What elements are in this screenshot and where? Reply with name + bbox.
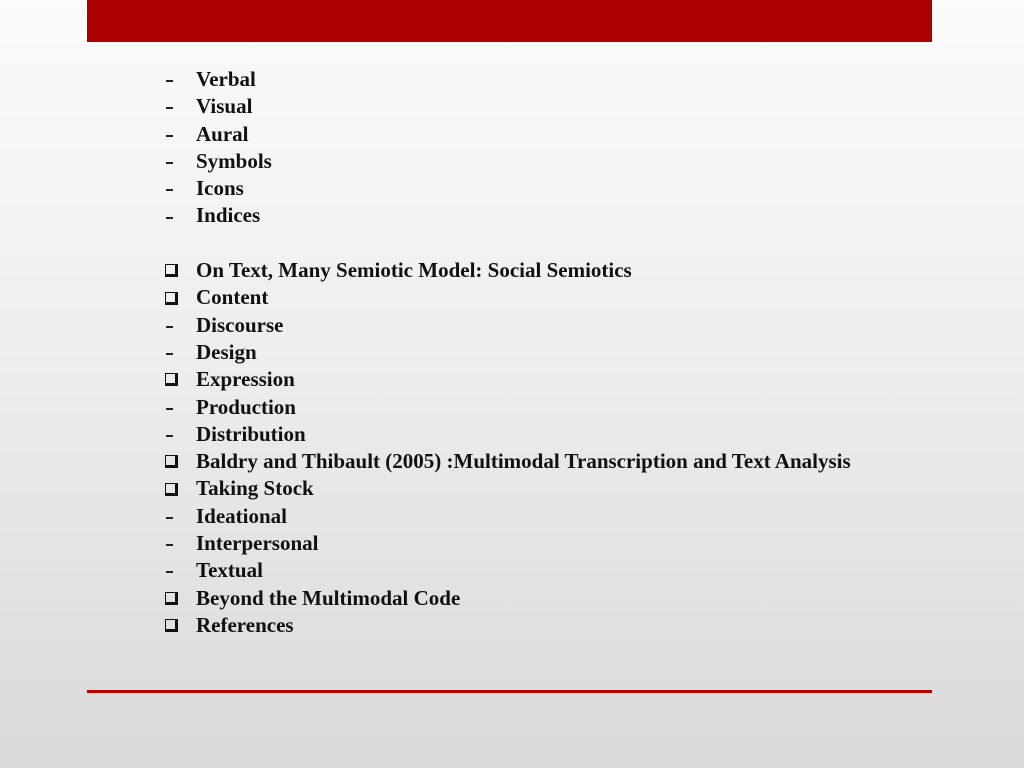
list-item: Taking Stock (163, 475, 851, 502)
list-item: Visual (163, 93, 851, 120)
bullet-marker (163, 373, 196, 387)
bullet-marker (163, 264, 196, 278)
list-item-text: Design (196, 339, 257, 364)
dash-bullet-icon (166, 162, 173, 165)
list-item-text: Production (196, 394, 296, 419)
bullet-marker (163, 214, 196, 219)
list-item: Icons (163, 175, 851, 202)
list-item: References (163, 612, 851, 639)
square-bullet-icon (165, 264, 178, 278)
bullet-marker (163, 186, 196, 192)
dash-bullet-icon (166, 571, 173, 574)
dash-bullet-icon (166, 325, 173, 328)
list-item: Beyond the Multimodal Code (163, 585, 851, 612)
list-item: Textual (163, 557, 851, 584)
dash-bullet-icon (166, 80, 173, 83)
bullet-marker (163, 541, 196, 547)
list-item-text: Interpersonal (196, 531, 319, 556)
list-item: Design (163, 339, 851, 366)
bullet-marker (163, 568, 196, 574)
dash-bullet-icon (166, 435, 173, 437)
list-item: Baldry and Thibault (2005) :Multimodal T… (163, 448, 851, 475)
dash-bullet-icon (166, 134, 173, 137)
list-item-text: Verbal (196, 67, 256, 91)
bullet-marker (163, 455, 196, 469)
list-item-text: Distribution (196, 421, 306, 446)
bullet-marker (163, 432, 196, 437)
list-item-text: On Text, Many Semiotic Model: Social Sem… (196, 258, 632, 283)
list-item-text: Beyond the Multimodal Code (196, 585, 461, 610)
bullet-marker (163, 350, 196, 356)
square-bullet-icon (165, 373, 178, 387)
footer-divider (87, 690, 932, 693)
bullet-marker (163, 77, 196, 83)
list-item: Verbal (163, 66, 851, 93)
list-item: Aural (163, 121, 851, 148)
bullet-marker (163, 291, 196, 305)
list-item: Indices (163, 202, 851, 229)
bullet-marker (163, 132, 196, 137)
bullet-marker (163, 104, 196, 110)
square-bullet-icon (165, 455, 178, 469)
square-bullet-icon (165, 619, 178, 633)
list-item-text: Symbols (196, 148, 272, 173)
list-item-text: Indices (196, 203, 261, 228)
list-item-text: Discourse (196, 312, 284, 337)
dash-bullet-icon (166, 544, 173, 547)
list-item: Content (163, 284, 851, 311)
list-item-text: Expression (196, 367, 295, 392)
bullet-marker (163, 619, 196, 633)
list-item-text: Content (196, 285, 269, 310)
dash-bullet-icon (166, 516, 173, 519)
list-item: On Text, Many Semiotic Model: Social Sem… (163, 257, 851, 284)
dash-bullet-icon (166, 107, 173, 110)
list-item-text: Visual (196, 94, 253, 119)
bullet-marker (163, 514, 196, 519)
list-item: Production (163, 394, 851, 421)
list-item-text: References (196, 612, 294, 637)
list-item-text: Aural (196, 121, 249, 146)
square-bullet-icon (165, 482, 178, 496)
header-accent-bar (87, 0, 932, 42)
bullet-list: Verbal Visual Aural Symbols Icons Indices On T… (163, 66, 851, 639)
bullet-marker (163, 159, 196, 165)
list-item-text: Icons (196, 176, 244, 201)
list-item-text: Ideational (196, 503, 288, 528)
list-item-text: Textual (196, 558, 263, 583)
list-item: Interpersonal (163, 530, 851, 557)
bullet-marker (163, 405, 196, 410)
dash-bullet-icon (166, 353, 173, 356)
list-item: Ideational (163, 503, 851, 530)
list-item: Distribution (163, 421, 851, 448)
bullet-marker (163, 323, 196, 328)
list-item: Discourse (163, 312, 851, 339)
dash-bullet-icon (166, 407, 173, 410)
bullet-marker (163, 591, 196, 605)
list-item: Symbols (163, 148, 851, 175)
list-item: Expression (163, 366, 851, 393)
list-item-text: Baldry and Thibault (2005) :Multimodal T… (196, 449, 851, 474)
square-bullet-icon (165, 591, 178, 605)
list-spacer (163, 230, 851, 257)
bullet-marker (163, 482, 196, 496)
dash-bullet-icon (166, 216, 173, 219)
list-item-text: Taking Stock (196, 476, 314, 501)
square-bullet-icon (165, 291, 178, 305)
dash-bullet-icon (166, 189, 173, 192)
